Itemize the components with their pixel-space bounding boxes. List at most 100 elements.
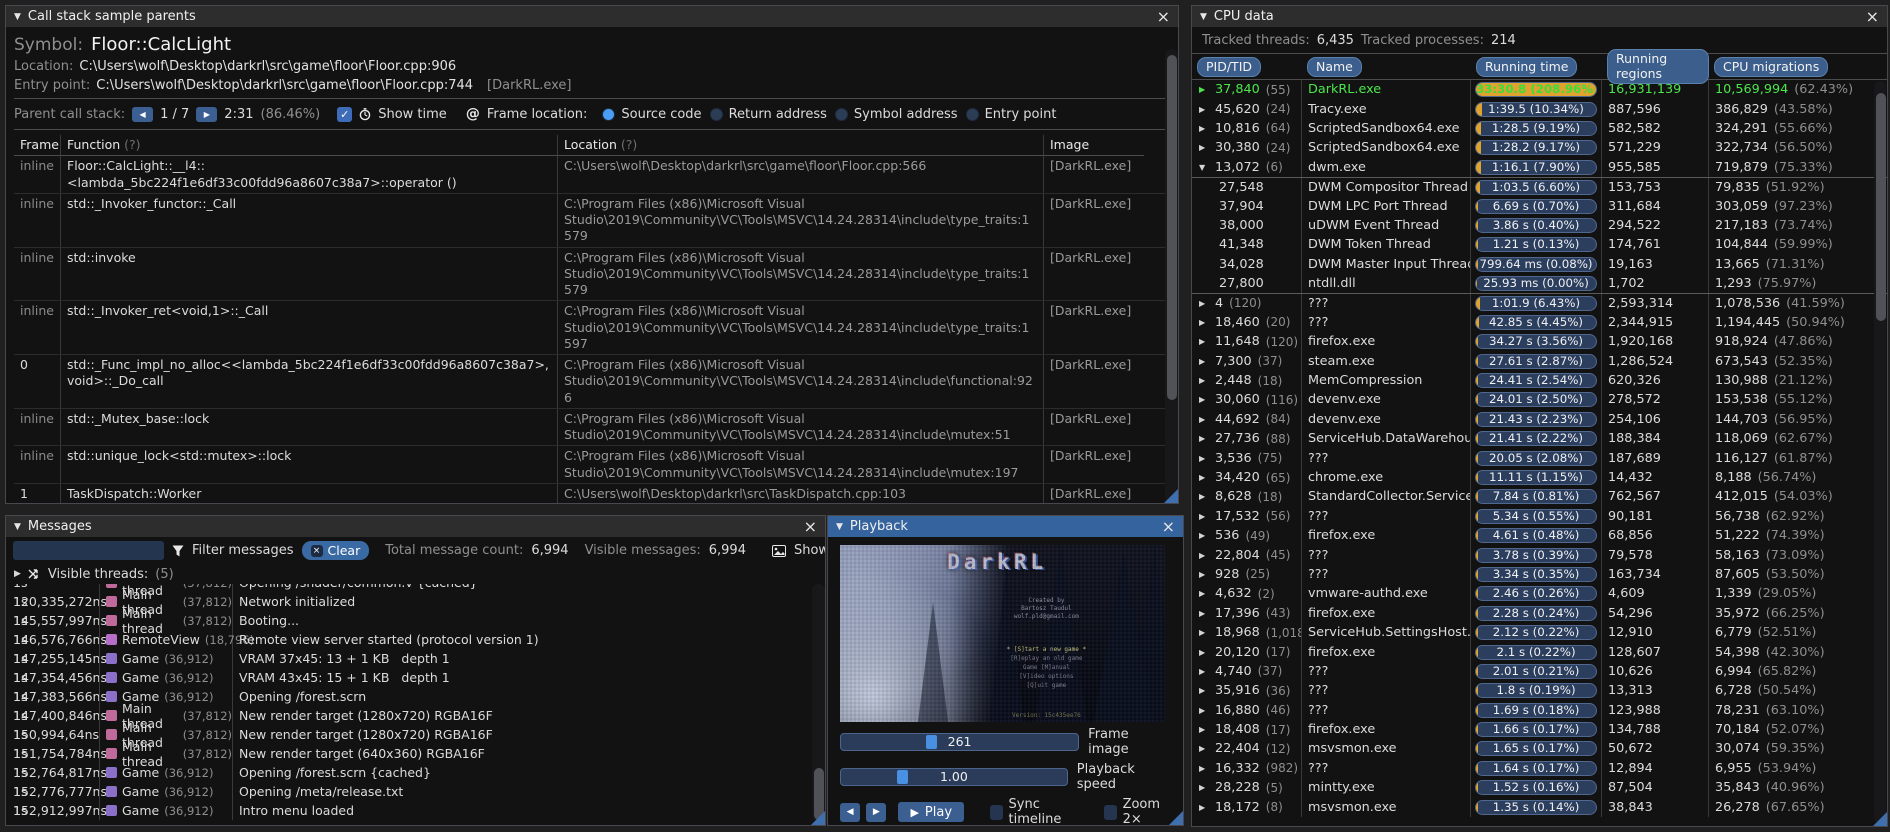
callstack-table-row[interactable]: inline std::invoke C:\Program Files (x86)\…: [14, 247, 1170, 302]
message-row[interactable]: 1s 147,383,566ns Game (36,912) VRAM 43x45: …: [6, 668, 825, 704]
expand-arrow-icon[interactable]: ▶: [1199, 434, 1209, 443]
sync-timeline-checkbox[interactable]: Sync timeline: [990, 797, 1082, 825]
cpu-table-row[interactable]: ▶ 35,916 (36)??? 1.8 s (0.19%) 13,313 6,728 (5…: [1192, 681, 1887, 701]
cpu-table-row[interactable]: ▶ 7,300 (37) steam.exe 27.61 s (2.87%) 1,286,…: [1192, 351, 1887, 371]
callstack-scrollbar[interactable]: [1165, 49, 1178, 503]
callstack-table-row[interactable]: inline Floor::CalcLight::__l4::<lambda_5b…: [14, 156, 1170, 194]
cpu-table-row[interactable]: ▶ 45,620 (24) Tracy.exe 1:39.5 (10.34%) 887,5…: [1192, 99, 1887, 119]
cpu-table-row[interactable]: ▶ 11,648 (120) firefox.exe 34.27 s (3.56%) 1,…: [1192, 332, 1887, 352]
sort-name-button[interactable]: Name: [1307, 56, 1362, 77]
cpu-table-row[interactable]: 38,000 uDWM Event Thread 3.86 s (0.40%) 294…: [1192, 215, 1887, 236]
visible-threads-row[interactable]: ▶ Visible threads: (5): [6, 564, 825, 584]
expand-arrow-icon[interactable]: ▶: [1199, 628, 1209, 637]
expand-arrow-icon[interactable]: ▶: [1199, 725, 1209, 734]
cpu-table-row[interactable]: ▶ 17,532 (56)??? 5.34 s (0.55%) 90,181 56,738…: [1192, 506, 1887, 526]
zoom-2x-checkbox[interactable]: Zoom 2×: [1104, 797, 1173, 825]
cpu-table-row[interactable]: ▶ 536 (49) firefox.exe 4.61 s (0.48%) 68,856 5…: [1192, 525, 1887, 546]
column-header-location[interactable]: Location (?): [558, 135, 1044, 157]
expand-arrow-icon[interactable]: ▶: [1199, 609, 1209, 618]
expand-arrow-icon[interactable]: ▶: [1199, 686, 1209, 695]
cpu-table-row[interactable]: ▶ 30,380 (24) ScriptedSandbox64.exe 1:28.2 (…: [1192, 138, 1887, 158]
cpu-table-row[interactable]: ▶ 18,460 (20)??? 42.85 s (4.45%) 2,344,915 1,…: [1192, 312, 1887, 333]
expand-arrow-icon[interactable]: ▶: [1199, 473, 1209, 482]
sort-cpu-migrations-button[interactable]: CPU migrations: [1714, 56, 1829, 77]
sort-pid-button[interactable]: PID/TID: [1197, 56, 1262, 77]
cpu-table-row[interactable]: 34,028 DWM Master Input Thread 799.64 ms (…: [1192, 254, 1887, 274]
expand-arrow-icon[interactable]: ▶: [1199, 337, 1209, 346]
sort-running-time-button[interactable]: Running time: [1476, 56, 1578, 77]
message-row[interactable]: 1s 152,912,997ns Game (36,912) Opening /met…: [6, 782, 825, 818]
expand-arrow-icon[interactable]: ▶: [1199, 648, 1209, 657]
callstack-table-row[interactable]: inline std::_Invoker_ret<void,1>::_Call C:…: [14, 301, 1170, 355]
playback-speed-slider[interactable]: 1.00: [840, 768, 1068, 786]
frame-location-radio-entry-point[interactable]: Entry point: [965, 107, 1056, 122]
expand-arrow-icon[interactable]: ▶: [1199, 706, 1209, 715]
expand-arrow-icon[interactable]: ▶: [1199, 783, 1209, 792]
scrollbar-thumb[interactable]: [1166, 55, 1177, 401]
expand-arrow-icon[interactable]: ▶: [1199, 551, 1209, 560]
message-row[interactable]: 1s 147,354,456ns Game (36,912) VRAM 37x45: …: [6, 649, 825, 685]
expand-arrow-icon[interactable]: ▶: [1199, 803, 1209, 812]
cpu-table-row[interactable]: 37,904 DWM LPC Port Thread 6.69 s (0.70%) 3…: [1192, 196, 1887, 216]
collapse-arrow-icon[interactable]: ▼: [1199, 163, 1209, 172]
expand-arrow-icon[interactable]: ▶: [1199, 744, 1209, 753]
show-time-checkbox[interactable]: ✓: [337, 106, 353, 122]
collapse-arrow-icon[interactable]: ▼: [14, 522, 21, 532]
cpu-table-row[interactable]: ▶ 37,840 (55) DarkRL.exe 33:30.8 (208.96%) 16…: [1192, 80, 1887, 100]
cpu-table-row[interactable]: ▶ 44,692 (84) devenv.exe 21.43 s (2.23%) 254,…: [1192, 409, 1887, 430]
cpu-table-row[interactable]: ▶ 8,628 (18) StandardCollector.Service.e 7.8…: [1192, 487, 1887, 507]
checkbox-box[interactable]: [1104, 804, 1117, 820]
sort-running-regions-button[interactable]: Running regions: [1607, 49, 1709, 84]
cpu-table-row[interactable]: ▶ 18,408 (17) firefox.exe 1.66 s (0.17%) 134,…: [1192, 719, 1887, 740]
expand-arrow-icon[interactable]: ▶: [1199, 85, 1209, 94]
collapse-arrow-icon[interactable]: ▼: [1200, 12, 1207, 22]
show-images-label[interactable]: Show images: [794, 543, 825, 558]
slider-grab[interactable]: [926, 735, 938, 749]
cpu-table-row[interactable]: ▶ 2,448 (18) MemCompression 24.41 s (2.54%) 6…: [1192, 370, 1887, 391]
cpu-table-row[interactable]: ▶ 28,228 (5) mintty.exe 1.52 s (0.16%) 87,504…: [1192, 778, 1887, 798]
resize-grip[interactable]: [1169, 811, 1183, 825]
frame-image-slider[interactable]: 261: [840, 733, 1080, 751]
prev-page-button[interactable]: ◀: [132, 106, 154, 122]
expand-arrow-icon[interactable]: ▶: [1199, 667, 1209, 676]
column-header-function[interactable]: Function (?): [61, 135, 558, 157]
callstack-table-row[interactable]: inline std::_Mutex_base::lock C:\Program F…: [14, 408, 1170, 447]
resize-grip[interactable]: [1164, 489, 1178, 503]
cpu-table-row[interactable]: ▶ 30,060 (116) devenv.exe 24.01 s (2.50%) 278…: [1192, 390, 1887, 410]
cpu-table-row[interactable]: ▶ 34,420 (65) chrome.exe 11.11 s (1.15%) 14,4…: [1192, 467, 1887, 488]
expand-arrow-icon[interactable]: ▶: [1199, 415, 1209, 424]
close-icon[interactable]: ×: [1157, 8, 1170, 24]
cpu-table-row[interactable]: ▶ 18,968 (1,018) ServiceHub.SettingsHost.ex…: [1192, 622, 1887, 643]
expand-arrow-icon[interactable]: ▶: [1199, 395, 1209, 404]
cpu-table-row[interactable]: ▶ 17,396 (43) firefox.exe 2.28 s (0.24%) 54,2…: [1192, 603, 1887, 623]
column-header-frame[interactable]: Frame: [14, 135, 61, 157]
cpu-table-row[interactable]: ▶ 10,816 (64) ScriptedSandbox64.exe 1:28.5 (…: [1192, 118, 1887, 139]
scrollbar-thumb[interactable]: [1875, 93, 1886, 321]
cpu-table-row[interactable]: ▶ 27,736 (88) ServiceHub.DataWarehouse 21.41…: [1192, 429, 1887, 449]
expand-arrow-icon[interactable]: ▶: [1199, 492, 1209, 501]
play-button[interactable]: ▶ Play: [898, 802, 965, 822]
messages-titlebar[interactable]: ▼ Messages ×: [6, 516, 825, 537]
message-row[interactable]: 1s 147,255,145ns RemoteView (18,796) Remote…: [6, 630, 825, 666]
cpu-table-row[interactable]: 41,348 DWM Token Thread 1.21 s (0.13%) 174,…: [1192, 235, 1887, 255]
callstack-table-row[interactable]: inline std::unique_lock<std::mutex>::lock…: [14, 446, 1170, 484]
close-icon[interactable]: ×: [804, 518, 817, 534]
close-icon[interactable]: ×: [1866, 8, 1879, 24]
messages-scrollbar[interactable]: [812, 584, 825, 822]
expand-arrow-icon[interactable]: ▶: [1199, 531, 1209, 540]
expand-arrow-icon[interactable]: ▶: [1199, 105, 1209, 114]
cpu-titlebar[interactable]: ▼ CPU data ×: [1192, 6, 1887, 27]
expand-arrow-icon[interactable]: ▶: [1199, 124, 1209, 133]
filter-input[interactable]: [13, 541, 164, 560]
cpu-table-row[interactable]: ▶ 16,332 (982)??? 1.64 s (0.17%) 12,894 6,955…: [1192, 758, 1887, 779]
expand-arrow-icon[interactable]: ▶: [1199, 357, 1209, 366]
expand-arrow-icon[interactable]: ▶: [1199, 570, 1209, 579]
expand-arrow-icon[interactable]: ▶: [1199, 143, 1209, 152]
resize-grip[interactable]: [811, 811, 825, 825]
cpu-table-row[interactable]: ▶ 4 (120)??? 1:01.9 (6.43%) 2,593,314 1,078,5…: [1192, 293, 1887, 313]
next-page-button[interactable]: ▶: [196, 106, 218, 122]
cpu-table-row[interactable]: ▶ 22,804 (45)??? 3.78 s (0.39%) 79,578 58,163…: [1192, 545, 1887, 565]
frame-location-radio-source-code[interactable]: Source code: [602, 107, 702, 122]
clear-button[interactable]: × Clear: [301, 541, 370, 560]
expand-arrow-icon[interactable]: ▶: [1199, 318, 1209, 327]
